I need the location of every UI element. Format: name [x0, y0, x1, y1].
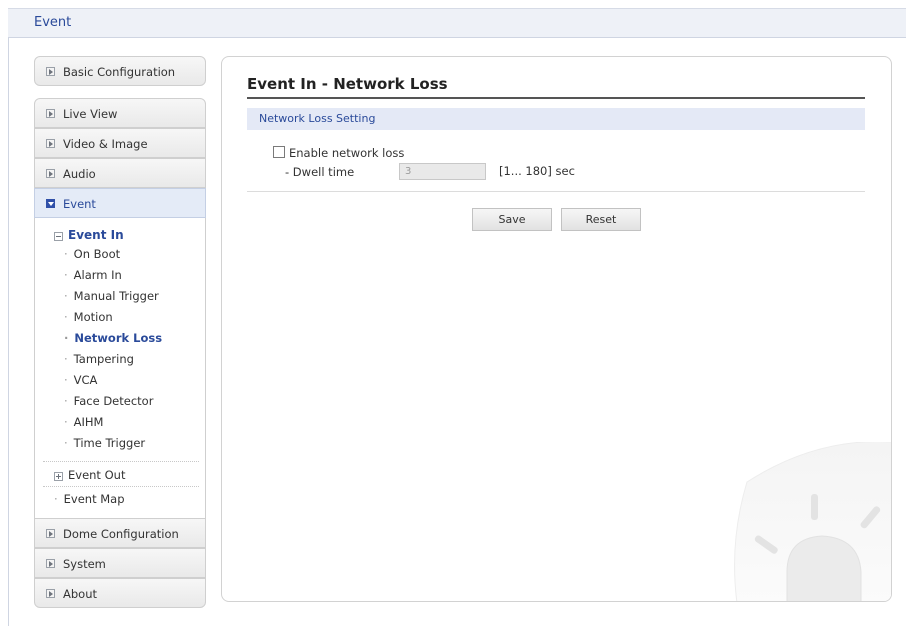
dwell-time-range: [1... 180] sec	[499, 164, 575, 178]
bullet-icon: ·	[64, 289, 68, 303]
bullet-icon: ·	[64, 394, 68, 408]
sub-item-label: AIHM	[73, 415, 104, 429]
dwell-time-input[interactable]: 3	[399, 163, 486, 180]
sub-item-label: Alarm In	[73, 268, 122, 282]
sub-item-face-detector[interactable]: · Face Detector	[64, 394, 153, 408]
nav-label: Video & Image	[63, 137, 148, 151]
event-in-group[interactable]: Event In	[68, 228, 124, 242]
expand-arrow-icon	[46, 67, 55, 76]
sub-item-time-trigger[interactable]: · Time Trigger	[64, 436, 145, 450]
nav-label: Event	[63, 197, 96, 211]
header-title: Event	[34, 15, 72, 30]
sub-item-label: Time Trigger	[73, 436, 146, 450]
nav-about[interactable]: About	[34, 578, 206, 608]
content-panel: Event In - Network Loss Network Loss Set…	[221, 56, 892, 602]
event-map-label: Event Map	[63, 492, 125, 506]
bullet-icon: ·	[64, 310, 68, 324]
nav-event[interactable]: Event	[34, 188, 206, 218]
nav-dome-configuration[interactable]: Dome Configuration	[34, 518, 206, 548]
bullet-icon: ·	[64, 373, 68, 387]
reset-button[interactable]: Reset	[561, 208, 641, 231]
collapse-arrow-icon	[46, 199, 55, 208]
nav-label: Live View	[63, 107, 118, 121]
nav-audio[interactable]: Audio	[34, 158, 206, 188]
sub-item-on-boot[interactable]: · On Boot	[64, 247, 120, 261]
bullet-icon: ·	[64, 331, 69, 345]
nav-label: Dome Configuration	[63, 527, 179, 541]
sub-item-label: On Boot	[73, 247, 121, 261]
sub-item-motion[interactable]: · Motion	[64, 310, 113, 324]
top-header: Event	[8, 8, 906, 38]
sub-item-label: Motion	[73, 310, 113, 324]
expand-arrow-icon	[46, 589, 55, 598]
sub-item-tampering[interactable]: · Tampering	[64, 352, 134, 366]
title-underline	[247, 97, 865, 99]
sub-item-label: Tampering	[73, 352, 134, 366]
sub-item-aihm[interactable]: · AIHM	[64, 415, 103, 429]
nav-video-image[interactable]: Video & Image	[34, 128, 206, 158]
plus-box-icon[interactable]	[54, 472, 63, 481]
enable-network-loss-checkbox[interactable]	[273, 146, 285, 158]
nav-label: Basic Configuration	[63, 65, 176, 79]
section-header: Network Loss Setting	[247, 108, 865, 130]
bullet-icon: ·	[64, 352, 68, 366]
page-title: Event In - Network Loss	[247, 75, 448, 93]
enable-network-loss-label[interactable]: Enable network loss	[289, 146, 404, 160]
expand-arrow-icon	[46, 559, 55, 568]
sub-item-manual-trigger[interactable]: · Manual Trigger	[64, 289, 159, 303]
left-rail	[8, 38, 9, 626]
divider	[43, 486, 199, 487]
expand-arrow-icon	[46, 169, 55, 178]
event-submenu: Event In · On Boot · Alarm In · Manual Trig…	[34, 218, 206, 518]
sub-item-alarm-in[interactable]: · Alarm In	[64, 268, 122, 282]
bullet-icon: ·	[64, 436, 68, 450]
event-out-group[interactable]: Event Out	[68, 468, 125, 482]
bullet-icon: ·	[64, 268, 68, 282]
expand-arrow-icon	[46, 109, 55, 118]
nav-label: About	[63, 587, 98, 601]
sub-item-label: Network Loss	[74, 331, 163, 345]
sub-item-label: Face Detector	[73, 394, 154, 408]
nav-system[interactable]: System	[34, 548, 206, 578]
expand-arrow-icon	[46, 139, 55, 148]
form-divider	[247, 191, 865, 192]
sub-item-vca[interactable]: · VCA	[64, 373, 97, 387]
sub-item-label: VCA	[73, 373, 98, 387]
sub-item-label: Manual Trigger	[73, 289, 159, 303]
bullet-icon: ·	[64, 415, 68, 429]
section-title: Network Loss Setting	[259, 112, 376, 125]
dwell-time-label: - Dwell time	[285, 165, 355, 179]
bullet-icon: ·	[54, 492, 58, 506]
expand-arrow-icon	[46, 529, 55, 538]
divider	[43, 461, 199, 462]
nav-basic-configuration[interactable]: Basic Configuration	[34, 56, 206, 86]
nav-label: Audio	[63, 167, 96, 181]
save-button[interactable]: Save	[472, 208, 552, 231]
minus-box-icon[interactable]	[54, 232, 63, 241]
nav-live-view[interactable]: Live View	[34, 98, 206, 128]
nav-label: System	[63, 557, 106, 571]
sub-item-network-loss[interactable]: · Network Loss	[64, 331, 162, 345]
event-map-link[interactable]: · Event Map	[54, 492, 125, 506]
alarm-beacon-icon	[734, 442, 891, 601]
bullet-icon: ·	[64, 247, 68, 261]
